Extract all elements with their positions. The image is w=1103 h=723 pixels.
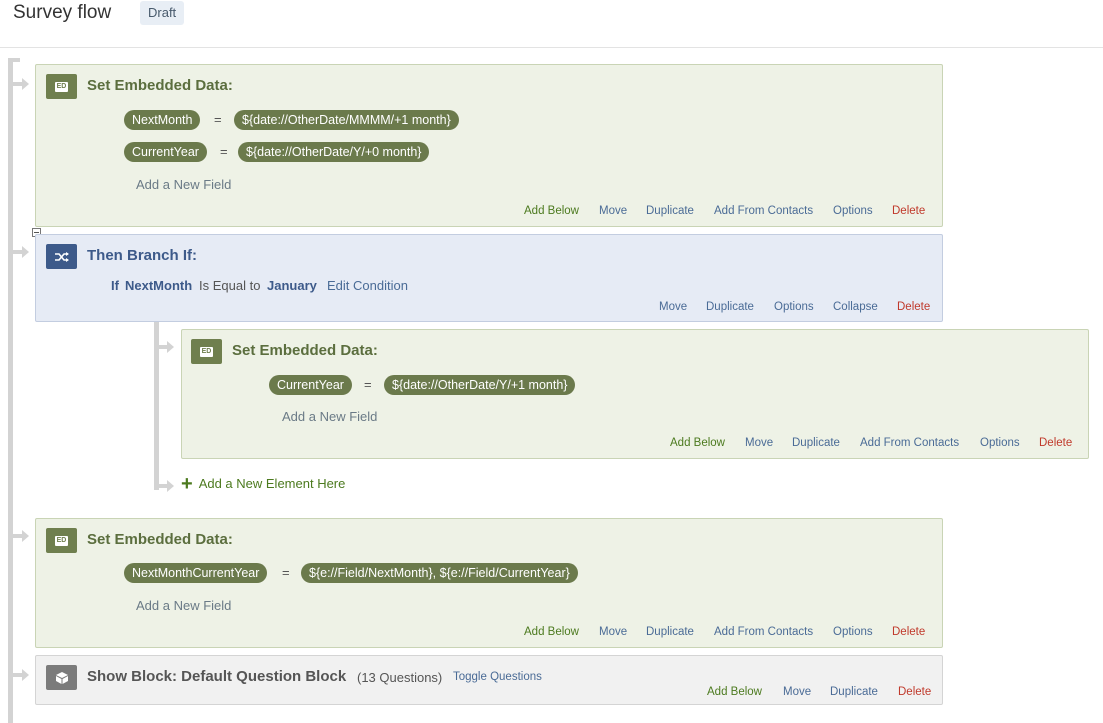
show-block-element: Show Block: Default Question Block (13 Q… [35,655,943,705]
embedded-data-element: ED Set Embedded Data: NextMonth = ${date… [35,64,943,227]
edit-condition-link[interactable]: Edit Condition [327,278,408,293]
element-actions: Move Duplicate Options Collapse Delete [36,301,942,315]
branch-icon [46,244,77,269]
add-field-link[interactable]: Add a New Field [136,177,231,192]
flow-connector [8,58,20,62]
duplicate-button[interactable]: Duplicate [646,626,694,638]
embedded-data-icon: ED [191,339,222,364]
flow-arrow-icon [167,480,174,492]
field-value-pill[interactable]: ${date://OtherDate/Y/+0 month} [238,142,430,162]
condition-value: January [267,278,317,293]
options-button[interactable]: Options [980,437,1020,449]
field-name-pill[interactable]: NextMonth [124,110,201,130]
move-button[interactable]: Move [745,437,773,449]
equals-sign: = [282,565,290,580]
duplicate-button[interactable]: Duplicate [830,686,878,698]
equals-sign: = [220,144,228,159]
cube-icon [55,671,68,684]
equals-sign: = [364,377,372,392]
delete-button[interactable]: Delete [892,205,925,217]
duplicate-button[interactable]: Duplicate [646,205,694,217]
shuffle-icon [54,251,69,262]
toggle-questions-link[interactable]: Toggle Questions [453,671,542,683]
flow-arrow-icon [22,530,29,542]
flow-arrow-icon [22,78,29,90]
duplicate-button[interactable]: Duplicate [792,437,840,449]
move-button[interactable]: Move [659,301,687,313]
move-button[interactable]: Move [599,626,627,638]
field-value-pill[interactable]: ${date://OtherDate/MMMM/+1 month} [234,110,459,130]
element-title: Set Embedded Data: [232,342,378,359]
embedded-data-element: ED Set Embedded Data: CurrentYear = ${da… [181,329,1089,459]
add-field-link[interactable]: Add a New Field [282,409,377,424]
condition-field: NextMonth [125,278,193,293]
element-actions: Add Below Move Duplicate Add From Contac… [36,205,942,219]
element-title: Set Embedded Data: [87,531,233,548]
embedded-data-icon: ED [46,528,77,553]
add-below-button[interactable]: Add Below [707,686,762,698]
question-count: (13 Questions) [357,670,443,685]
branch-element: Then Branch If: If NextMonth Is Equal to… [35,234,943,322]
add-element-label: Add a New Element Here [198,476,346,491]
flow-arrow-icon [22,669,29,681]
delete-button[interactable]: Delete [898,686,931,698]
add-from-contacts-button[interactable]: Add From Contacts [860,437,959,449]
field-name-pill[interactable]: NextMonthCurrentYear [124,563,268,583]
element-title: Set Embedded Data: [87,77,233,94]
field-name-pill[interactable]: CurrentYear [269,375,352,395]
condition-operator: Is Equal to [199,278,261,293]
duplicate-button[interactable]: Duplicate [706,301,754,313]
add-from-contacts-button[interactable]: Add From Contacts [714,626,813,638]
plus-icon: + [181,473,193,495]
page-header: Survey flow Draft [0,0,1103,48]
element-actions: Add Below Move Duplicate Add From Contac… [182,437,1088,451]
add-below-button[interactable]: Add Below [670,437,725,449]
add-field-link[interactable]: Add a New Field [136,598,231,613]
embedded-data-element: ED Set Embedded Data: NextMonthCurrentYe… [35,518,943,648]
delete-button[interactable]: Delete [897,301,930,313]
flow-line-main [8,58,13,723]
add-from-contacts-button[interactable]: Add From Contacts [714,205,813,217]
move-button[interactable]: Move [783,686,811,698]
field-name-pill[interactable]: CurrentYear [124,142,207,162]
element-title: Then Branch If: [87,247,198,264]
options-button[interactable]: Options [833,626,873,638]
element-actions: Add Below Move Duplicate Add From Contac… [36,626,942,640]
flow-arrow-icon [167,341,174,353]
add-below-button[interactable]: Add Below [524,626,579,638]
field-value-pill[interactable]: ${date://OtherDate/Y/+1 month} [384,375,576,395]
condition-if: If [111,278,119,293]
collapse-button[interactable]: Collapse [833,301,878,313]
options-button[interactable]: Options [833,205,873,217]
element-title: Show Block: Default Question Block [87,668,347,685]
page-title: Survey flow [13,2,112,23]
element-actions: Add Below Move Duplicate Delete [36,686,942,700]
embedded-data-icon: ED [46,74,77,99]
add-below-button[interactable]: Add Below [524,205,579,217]
status-badge: Draft [140,1,185,25]
add-element-button[interactable]: + Add a New Element Here [181,473,345,496]
move-button[interactable]: Move [599,205,627,217]
branch-condition: If NextMonth Is Equal to January Edit Co… [111,278,511,294]
flow-arrow-icon [22,246,29,258]
equals-sign: = [214,112,222,127]
field-value-pill[interactable]: ${e://Field/NextMonth}, ${e://Field/Curr… [301,563,578,583]
options-button[interactable]: Options [774,301,814,313]
delete-button[interactable]: Delete [1039,437,1072,449]
delete-button[interactable]: Delete [892,626,925,638]
